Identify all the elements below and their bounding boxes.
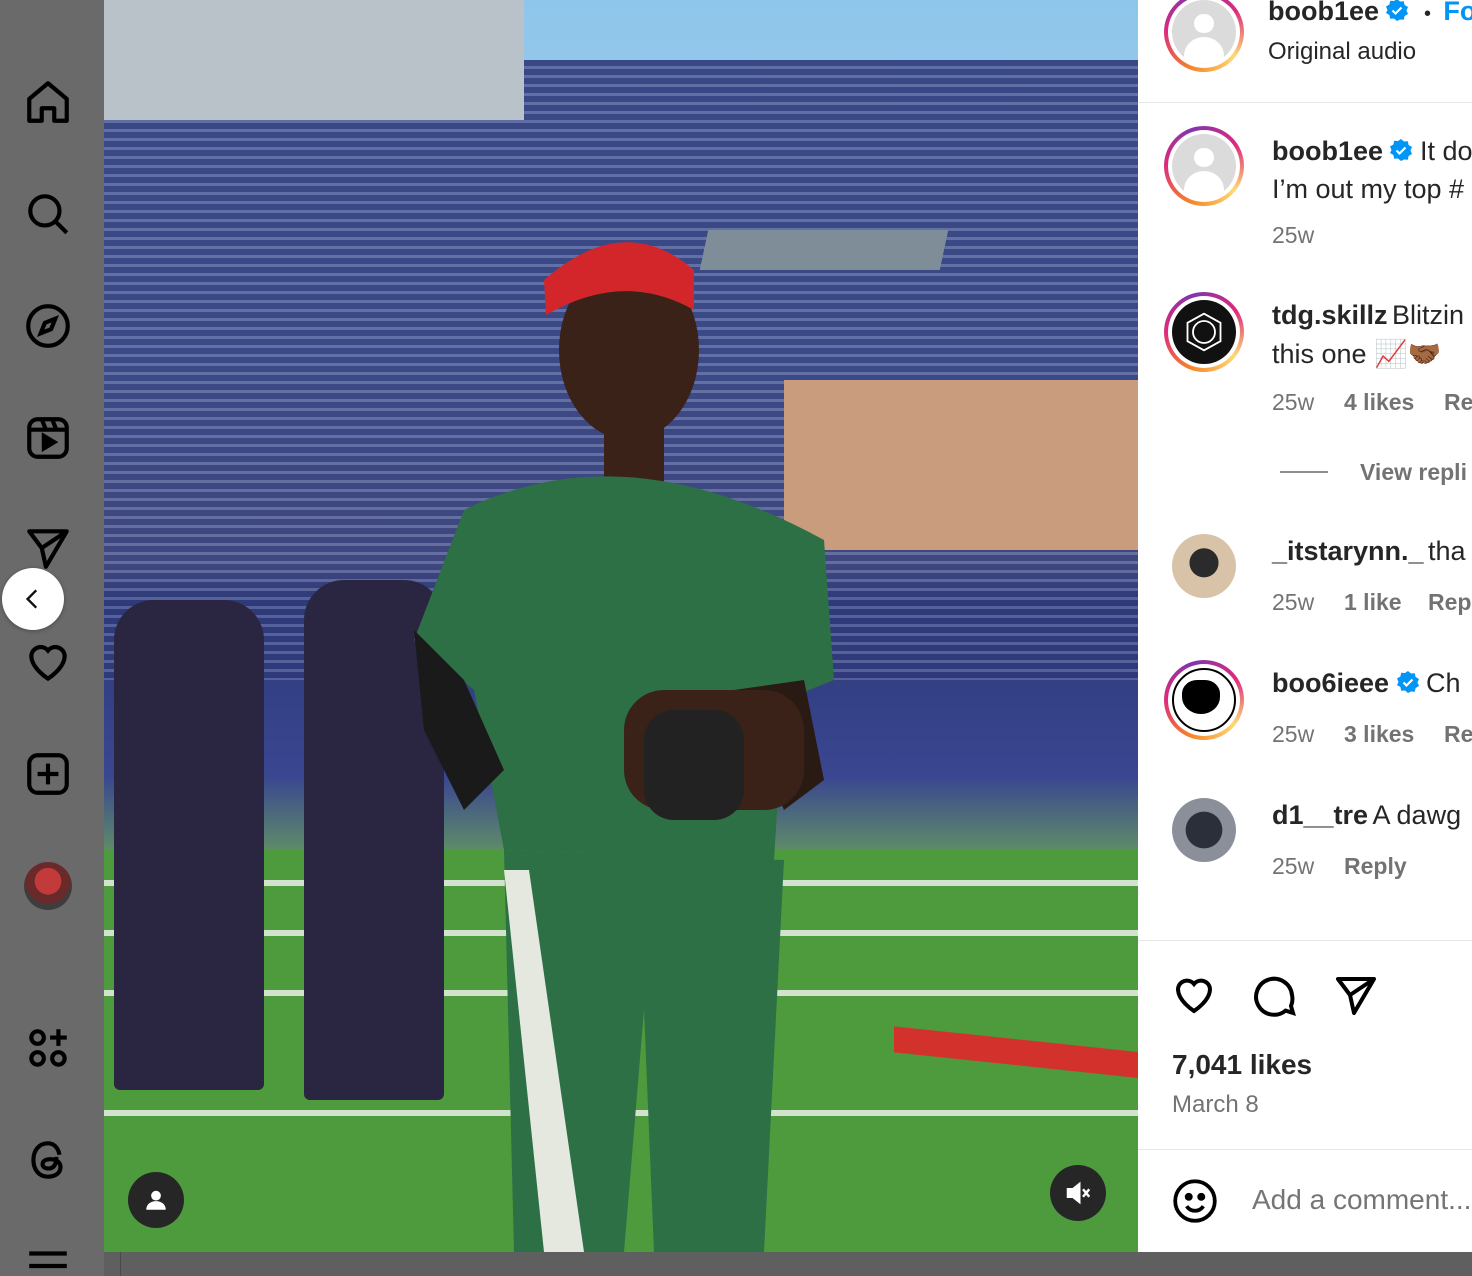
tagged-user-button[interactable] xyxy=(128,1172,184,1228)
emoji-smiley-icon[interactable] xyxy=(1170,1176,1220,1226)
comment-likes[interactable]: 1 like xyxy=(1344,589,1402,616)
post-date: March 8 xyxy=(1172,1091,1259,1118)
comment-time: 25w xyxy=(1272,853,1315,879)
like-heart-icon[interactable] xyxy=(1170,971,1218,1019)
caption-line-1: boob1ee It do xyxy=(1272,136,1472,167)
mute-toggle-button[interactable] xyxy=(1050,1165,1106,1221)
threads-icon[interactable] xyxy=(22,1134,74,1186)
reply-button[interactable]: Re xyxy=(1444,721,1472,748)
separator-dot: • xyxy=(1423,3,1431,25)
commenter-username[interactable]: tdg.skillz xyxy=(1272,300,1388,330)
comment-text: A dawg xyxy=(1372,800,1462,830)
muted-speaker-icon xyxy=(1066,1181,1091,1205)
reply-button[interactable]: Rep xyxy=(1428,589,1471,616)
tdg-logo-icon xyxy=(1186,312,1222,352)
caption-text: It do xyxy=(1419,136,1472,166)
verified-badge-icon xyxy=(1390,139,1413,161)
user-icon xyxy=(146,1190,166,1210)
commenter-username[interactable]: _itstarynn._ xyxy=(1272,536,1424,566)
search-icon[interactable] xyxy=(22,188,74,240)
notifications-heart-icon[interactable] xyxy=(22,636,74,688)
comment-line: boo6ieee Ch xyxy=(1272,668,1460,699)
post-details-panel: boob1ee • Fo Original audio boob1ee It d… xyxy=(1138,0,1472,1252)
caption-line-2: I’m out my top # xyxy=(1272,174,1465,204)
officer-figure xyxy=(114,600,264,1090)
also-from-meta-icon[interactable] xyxy=(22,1022,74,1074)
share-send-icon[interactable] xyxy=(1332,971,1380,1019)
reels-icon[interactable] xyxy=(22,412,74,464)
verified-badge-icon xyxy=(1396,671,1419,693)
explore-compass-icon[interactable] xyxy=(22,300,74,352)
player-figure xyxy=(414,242,834,1252)
comment-time: 25w xyxy=(1272,589,1315,615)
more-menu-icon[interactable] xyxy=(22,1240,74,1276)
caption-time: 25w xyxy=(1272,222,1315,248)
commenter-username[interactable]: boo6ieee xyxy=(1272,668,1389,698)
comment-text: Blitzin xyxy=(1391,300,1464,330)
commenter-avatar xyxy=(1172,668,1236,732)
comment-likes[interactable]: 4 likes xyxy=(1344,389,1414,416)
caption-author-avatar xyxy=(1172,134,1236,198)
commenter-avatar xyxy=(1172,300,1236,364)
reply-button[interactable]: Reply xyxy=(1344,853,1407,880)
messages-send-icon[interactable] xyxy=(22,522,74,574)
verified-badge-icon xyxy=(1386,0,1409,21)
comment-text: Ch xyxy=(1425,668,1461,698)
commenter-avatar-ring[interactable] xyxy=(1164,660,1244,740)
comment-likes[interactable]: 3 likes xyxy=(1344,721,1414,748)
create-plus-icon[interactable] xyxy=(22,748,74,800)
home-icon[interactable] xyxy=(22,76,74,128)
author-avatar xyxy=(1172,0,1236,64)
commenter-username[interactable]: d1__tre xyxy=(1272,800,1368,830)
post-header: boob1ee • Fo Original audio xyxy=(1138,0,1472,103)
commenter-avatar-ring[interactable] xyxy=(1164,292,1244,372)
commenter-avatar[interactable] xyxy=(1172,798,1236,862)
caption-username[interactable]: boob1ee xyxy=(1272,136,1383,166)
author-avatar-ring[interactable] xyxy=(1164,0,1244,72)
add-comment-bar xyxy=(1138,1150,1472,1252)
audio-label[interactable]: Original audio xyxy=(1268,38,1416,66)
left-nav-rail xyxy=(0,0,104,1276)
comment-text-line-2: this one 📈🤝🏾 xyxy=(1272,339,1442,369)
reply-button[interactable]: Re xyxy=(1444,389,1472,416)
chevron-left-icon xyxy=(25,589,38,609)
reel-video[interactable] xyxy=(104,0,1138,1252)
likes-count[interactable]: 7,041 likes xyxy=(1172,1049,1312,1081)
follow-button[interactable]: Fo xyxy=(1443,0,1472,26)
comment-line: tdg.skillz Blitzin xyxy=(1272,300,1464,331)
post-actions: 7,041 likes March 8 xyxy=(1138,940,1472,1150)
commenter-avatar[interactable] xyxy=(1172,534,1236,598)
comment-bubble-icon[interactable] xyxy=(1250,971,1298,1019)
comment-time: 25w xyxy=(1272,389,1315,415)
previous-post-button[interactable] xyxy=(2,568,64,630)
comment-text: tha xyxy=(1428,536,1466,566)
add-comment-input[interactable] xyxy=(1252,1184,1472,1216)
comment-line: d1__tre A dawg xyxy=(1272,800,1461,831)
author-username[interactable]: boob1ee xyxy=(1268,0,1379,26)
press-box xyxy=(104,0,524,120)
caption-author-avatar-ring[interactable] xyxy=(1164,126,1244,206)
view-replies-button[interactable]: View repli xyxy=(1360,459,1467,486)
comment-time: 25w xyxy=(1272,721,1315,747)
comment-line: _itstarynn._ tha xyxy=(1272,536,1466,567)
window-bottom-bar xyxy=(104,1252,1472,1276)
replies-divider xyxy=(1280,471,1328,473)
profile-avatar[interactable] xyxy=(24,862,72,910)
